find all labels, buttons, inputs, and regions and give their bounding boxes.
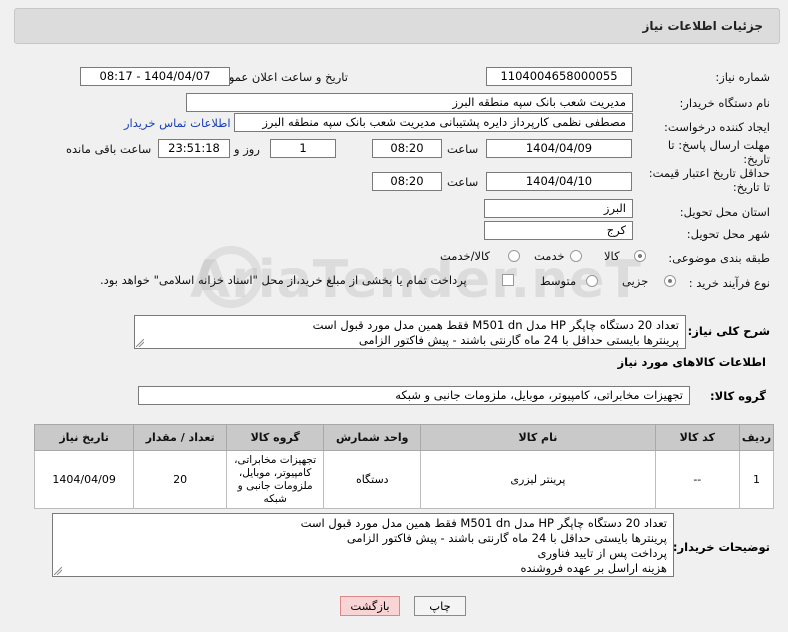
description-line: تعداد 20 دستگاه چاپگر HP مدل M501 dn فقط… xyxy=(312,318,679,332)
treasury-payment-checkbox[interactable] xyxy=(502,274,514,286)
need-number-label: شماره نیاز: xyxy=(715,70,770,84)
reply-deadline-label-2: تاریخ: xyxy=(743,152,770,166)
remaining-time-label: ساعت باقی مانده xyxy=(66,142,152,156)
category-label: طبقه بندی موضوعی: xyxy=(668,251,770,265)
price-validity-label: حداقل تاریخ اعتبار قیمت: xyxy=(648,166,770,180)
buyer-org-field[interactable]: مدیریت شعب بانک سپه منطقه البرز xyxy=(186,93,633,112)
remaining-time-field[interactable]: 23:51:18 xyxy=(158,139,230,158)
category-radio-goods[interactable] xyxy=(634,250,646,262)
cell-group-line: کامپیوتر، موبایل، xyxy=(238,466,312,479)
goods-group-label: گروه کالا: xyxy=(710,389,766,403)
cell-group-line: ملزومات جانبی و xyxy=(237,479,313,492)
reply-date-field[interactable]: 1404/04/09 xyxy=(486,139,632,158)
category-option-goods: کالا xyxy=(604,249,620,263)
category-option-goods-service: کالا/خدمت xyxy=(440,249,491,263)
cell-group: تجهیزات مخابراتی، کامپیوتر، موبایل، ملزو… xyxy=(226,450,325,509)
buyer-notes-label: توضیحات خریدار: xyxy=(672,540,770,554)
resize-grip-icon[interactable] xyxy=(54,567,62,575)
city-label: شهر محل تحویل: xyxy=(686,227,770,241)
validity-time-field[interactable]: 08:20 xyxy=(372,172,442,191)
need-number-field[interactable]: 1104004658000055 xyxy=(486,67,632,86)
description-line: پرینترها بایستی حداقل با 24 ماه گارنتی ب… xyxy=(358,333,679,347)
resize-grip-icon[interactable] xyxy=(136,339,144,347)
table-row: 1 -- پرینتر لیزری دستگاه تجهیزات مخابرات… xyxy=(33,450,774,509)
days-remaining-field[interactable]: 1 xyxy=(270,139,336,158)
buyer-notes-line: تعداد 20 دستگاه چاپگر HP مدل M501 dn فقط… xyxy=(300,516,667,530)
page-title: جزئیات اطلاعات نیاز xyxy=(642,19,763,33)
cell-qty: 20 xyxy=(133,450,228,509)
cell-unit: دستگاه xyxy=(323,450,422,509)
reply-deadline-label: مهلت ارسال پاسخ: تا xyxy=(667,138,770,152)
cell-group-line: شبکه xyxy=(263,492,287,505)
requester-field[interactable]: مصطفی نظمی کارپرداز دایره پشتیبانی مدیری… xyxy=(234,113,633,132)
category-option-service: خدمت xyxy=(534,249,565,263)
process-label: نوع فرآیند خرید : xyxy=(688,276,770,290)
buyer-notes-textarea[interactable]: تعداد 20 دستگاه چاپگر HP مدل M501 dn فقط… xyxy=(52,513,674,577)
reply-time-field[interactable]: 08:20 xyxy=(372,139,442,158)
col-code: کد کالا xyxy=(654,424,741,451)
reply-time-label: ساعت xyxy=(447,142,479,156)
goods-section-title: اطلاعات کالاهای مورد نیاز xyxy=(617,355,766,369)
announce-label: تاریخ و ساعت اعلان عمومی: xyxy=(209,70,348,84)
process-option-minor: جزیی xyxy=(622,274,649,288)
goods-table: ردیف کد کالا نام کالا واحد شمارش گروه کا… xyxy=(33,424,774,509)
province-field[interactable]: البرز xyxy=(484,199,633,218)
col-group: گروه کالا xyxy=(226,424,325,451)
category-radio-goods-service[interactable] xyxy=(508,250,520,262)
cell-date: 1404/04/09 xyxy=(33,450,135,509)
col-qty: تعداد / مقدار xyxy=(133,424,228,451)
description-textarea[interactable]: تعداد 20 دستگاه چاپگر HP مدل M501 dn فقط… xyxy=(134,315,686,349)
treasury-payment-note: پرداخت تمام یا بخشی از مبلغ خرید،از محل … xyxy=(100,273,467,287)
announce-datetime-field[interactable]: 1404/04/07 - 08:17 xyxy=(80,67,230,86)
back-button[interactable]: بازگشت xyxy=(340,596,400,616)
validity-time-label: ساعت xyxy=(447,175,479,189)
price-validity-label-2: تا تاریخ: xyxy=(732,180,770,194)
page-header: جزئیات اطلاعات نیاز xyxy=(14,8,780,44)
buyer-notes-line: هزینه اراسل بر عهده فروشنده xyxy=(520,561,668,575)
buyer-org-label: نام دستگاه خریدار: xyxy=(679,96,770,110)
col-row: ردیف xyxy=(739,424,774,451)
col-unit: واحد شمارش xyxy=(323,424,422,451)
process-radio-minor[interactable] xyxy=(664,275,676,287)
cell-row: 1 xyxy=(739,450,774,509)
goods-group-field[interactable]: تجهیزات مخابراتی، کامپیوتر، موبایل، ملزو… xyxy=(138,386,690,405)
province-label: استان محل تحویل: xyxy=(679,205,770,219)
requester-label: ایجاد کننده درخواست: xyxy=(664,120,770,134)
category-radio-service[interactable] xyxy=(570,250,582,262)
buyer-notes-line: پرینترها بایستی حداقل با 24 ماه گارنتی ب… xyxy=(346,531,667,545)
buyer-notes-line: پرداخت پس از تایید فناوری xyxy=(537,546,668,560)
process-option-medium: متوسط xyxy=(540,274,577,288)
cell-code: -- xyxy=(654,450,741,509)
contact-buyer-link[interactable]: اطلاعات تماس خریدار xyxy=(124,116,231,130)
city-field[interactable]: کرج xyxy=(484,221,633,240)
col-name: نام کالا xyxy=(420,424,656,451)
goods-table-header: ردیف کد کالا نام کالا واحد شمارش گروه کا… xyxy=(33,424,774,451)
cell-name: پرینتر لیزری xyxy=(420,450,656,509)
col-date: تاریخ نیاز xyxy=(33,424,135,451)
description-label: شرح کلی نیاز: xyxy=(687,324,770,338)
process-radio-medium[interactable] xyxy=(586,275,598,287)
cell-group-line: تجهیزات مخابراتی، xyxy=(234,453,317,466)
days-label: روز و xyxy=(234,142,260,156)
print-button[interactable]: چاپ xyxy=(414,596,466,616)
validity-date-field[interactable]: 1404/04/10 xyxy=(486,172,632,191)
